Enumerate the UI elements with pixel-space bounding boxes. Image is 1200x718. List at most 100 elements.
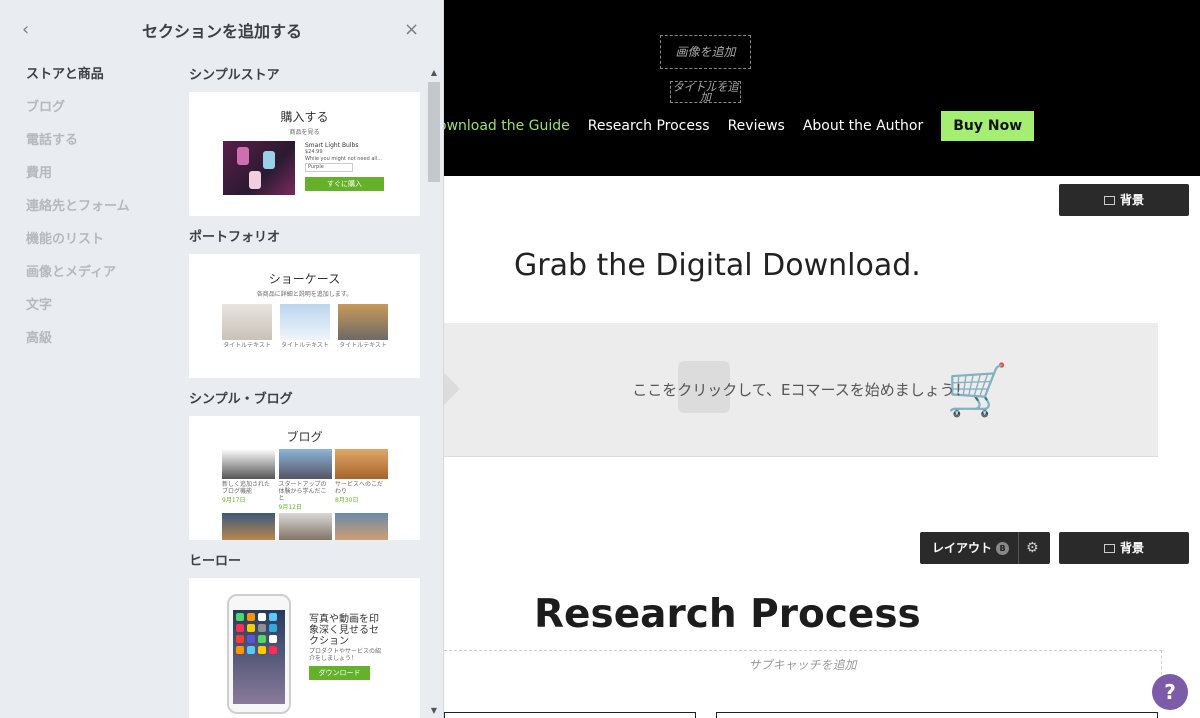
product-image (223, 141, 295, 195)
showcase-item: タイトルテキスト (280, 304, 330, 349)
portfolio-template-card[interactable]: ショーケース 各商品に詳細と説明を追加します。 タイトルテキスト タイトルテキス… (189, 254, 420, 378)
help-button[interactable]: ? (1152, 674, 1188, 710)
product-info: Smart Light Bulbs $24.99 While you might… (305, 142, 387, 172)
section-templates: シンプルストア 購入する 商品を見る Smart Light Bulbs $24… (189, 66, 421, 718)
section-label: ヒーロー (189, 554, 242, 569)
blog-post (222, 513, 275, 540)
showcase-image (338, 304, 388, 340)
card-title: 購入する (280, 110, 329, 124)
blog-post (278, 513, 332, 540)
category-pricing[interactable]: 費用 (26, 165, 176, 198)
background-label: 背景 (1119, 541, 1144, 555)
blog-image (222, 449, 275, 479)
nav-link-research[interactable]: Research Process (588, 118, 710, 134)
product-desc: While you might not need all... (305, 156, 382, 162)
scroll-down-arrow-icon[interactable]: ▼ (427, 704, 441, 718)
add-subcatch-placeholder[interactable]: サブキャッチを追加 (444, 650, 1162, 680)
buy-now-preview-button: すぐに購入 (305, 177, 384, 191)
section-label: ポートフォリオ (189, 230, 281, 245)
buy-now-button[interactable]: Buy Now (941, 111, 1035, 141)
panel-title: セクションを追加する (141, 22, 302, 41)
site-header: 画像を追加 タイトルを追加 ownload the Guide Research… (438, 0, 1200, 176)
add-title-placeholder[interactable]: タイトルを追加 (670, 81, 741, 103)
blog-date: 9月17日 (222, 497, 246, 504)
phone-mockup (227, 594, 291, 714)
gear-icon[interactable]: ⚙ (1026, 532, 1039, 564)
showcase-image (222, 304, 272, 340)
nav-link-guide[interactable]: ownload the Guide (438, 118, 570, 134)
category-call[interactable]: 電話する (26, 132, 176, 165)
layout-label: レイアウト B (932, 532, 1010, 564)
divider (1018, 532, 1019, 564)
blog-date: 9月12日 (278, 504, 302, 511)
hero-headline: 写真や動画を印象深く見せるセクション (309, 614, 379, 647)
blog-post: 新しく追加されたブログ機能 9月17日 (222, 449, 275, 513)
image-icon (1103, 544, 1115, 553)
blog-template-card[interactable]: ブログ 新しく追加されたブログ機能 9月17日 スタートアップの体験から学んだこ… (189, 416, 420, 540)
product-option: Purple (305, 163, 353, 172)
card-subtitle: 商品を見る (289, 129, 320, 136)
nav-link-reviews[interactable]: Reviews (728, 118, 785, 134)
blog-caption: サービスへのこだわり (335, 481, 384, 495)
download-preview-button: ダウンロード (309, 666, 370, 680)
showcase-row: タイトルテキスト タイトルテキスト タイトルテキスト (222, 304, 388, 349)
site-nav: ownload the Guide Research Process Revie… (438, 111, 1035, 141)
scroll-up-arrow-icon[interactable]: ▲ (427, 66, 441, 80)
blog-image (335, 449, 388, 479)
showcase-caption: タイトルテキスト (339, 342, 387, 349)
panel-scrollbar[interactable]: ▲ ▼ (427, 66, 441, 718)
blog-image (278, 513, 332, 540)
add-image-placeholder[interactable]: 画像を追加 (660, 35, 751, 69)
ecommerce-placeholder[interactable]: 🛒 ここをクリックして、Eコマースを始めましょう！ (444, 323, 1158, 457)
phone-apps (236, 613, 282, 654)
card-subtitle: 各商品に詳細と説明を追加します。 (256, 291, 353, 298)
category-text[interactable]: 文字 (26, 297, 176, 330)
blog-image (222, 513, 275, 540)
blog-caption: 新しく追加されたブログ機能 (222, 481, 271, 495)
ecommerce-prompt: ここをクリックして、Eコマースを始めましょう！ (632, 381, 970, 399)
background-button[interactable]: 背景 (1059, 532, 1189, 564)
blog-grid: 新しく追加されたブログ機能 9月17日 スタートアップの体験から学んだこと 9月… (222, 449, 388, 540)
blog-caption: スタートアップの体験から学んだこと (278, 481, 327, 502)
section-heading[interactable]: Grab the Digital Download. (514, 248, 921, 283)
image-icon (1103, 196, 1115, 205)
category-contact[interactable]: 連絡先とフォーム (26, 198, 176, 231)
layout-button[interactable]: レイアウト B ⚙ (920, 532, 1050, 564)
content-block[interactable] (444, 712, 696, 718)
category-features[interactable]: 機能のリスト (26, 231, 176, 264)
category-advanced[interactable]: 高級 (26, 330, 176, 363)
section-label: シンプル・ブログ (189, 392, 293, 407)
card-title: ブログ (286, 430, 323, 444)
category-store[interactable]: ストアと商品 (26, 66, 176, 99)
showcase-item: タイトルテキスト (222, 304, 272, 349)
add-section-panel: ‹ セクションを追加する × ストアと商品 ブログ 電話する 費用 連絡先とフォ… (0, 0, 444, 718)
blog-image (335, 513, 388, 540)
hero-subtext: プロダクトやサービスの紹介をしましょう！ (309, 648, 382, 662)
close-icon[interactable]: × (404, 20, 424, 40)
category-media[interactable]: 画像とメディア (26, 264, 176, 297)
store-template-card[interactable]: 購入する 商品を見る Smart Light Bulbs $24.99 Whil… (189, 92, 420, 216)
background-button[interactable]: 背景 (1059, 184, 1189, 216)
nav-link-author[interactable]: About the Author (803, 118, 923, 134)
showcase-item: タイトルテキスト (338, 304, 388, 349)
section-heading[interactable]: Research Process (534, 592, 921, 637)
blog-image (278, 449, 332, 479)
showcase-image (280, 304, 330, 340)
card-title: ショーケース (268, 272, 341, 286)
hero-template-card[interactable]: 写真や動画を印象深く見せるセクション プロダクトやサービスの紹介をしましょう！ … (189, 578, 420, 718)
phone-screen (233, 610, 285, 704)
background-label: 背景 (1119, 193, 1144, 207)
scroll-thumb[interactable] (428, 82, 440, 182)
product-price: $24.99 (305, 149, 323, 155)
editor-root: ‹ セクションを追加する × ストアと商品 ブログ 電話する 費用 連絡先とフォ… (0, 0, 1200, 718)
layout-badge: B (996, 542, 1010, 555)
category-blog[interactable]: ブログ (26, 99, 176, 132)
product-name: Smart Light Bulbs (305, 142, 359, 149)
blog-post: スタートアップの体験から学んだこと 9月12日 (278, 449, 332, 513)
section-label: シンプルストア (189, 68, 280, 83)
blog-post (335, 513, 388, 540)
panel-header: ‹ セクションを追加する × (0, 0, 444, 60)
content-block[interactable] (716, 712, 1158, 718)
showcase-caption: タイトルテキスト (281, 342, 329, 349)
showcase-caption: タイトルテキスト (223, 342, 271, 349)
